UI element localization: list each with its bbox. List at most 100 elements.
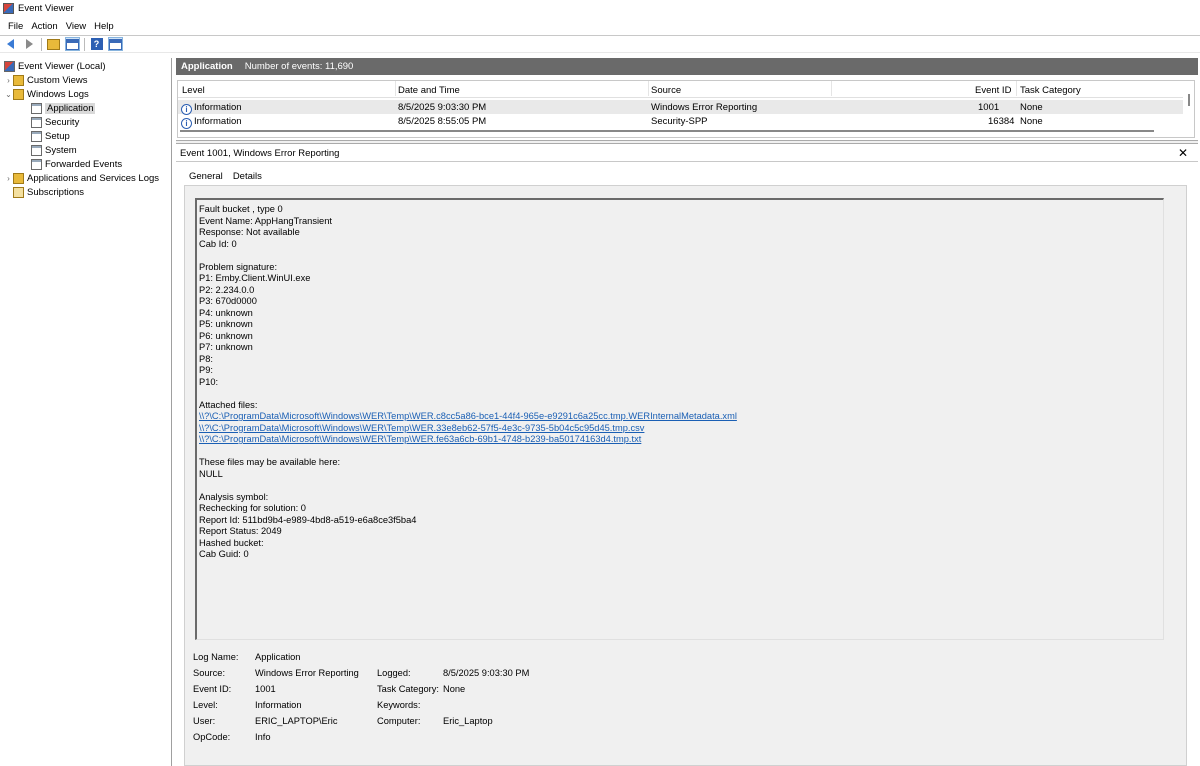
event-grid: Level Date and Time Source Event ID Task… xyxy=(177,80,1195,138)
tab-details[interactable]: Details xyxy=(228,169,267,185)
tree-windows-logs-label: Windows Logs xyxy=(27,89,89,100)
tree-root[interactable]: Event Viewer (Local) xyxy=(4,60,105,73)
computer-label: Computer: xyxy=(377,716,421,726)
column-divider[interactable] xyxy=(831,81,832,96)
column-divider[interactable] xyxy=(648,81,649,96)
log-name-label: Log Name: xyxy=(193,652,239,662)
tree-subscriptions-label: Subscriptions xyxy=(27,187,85,198)
event-detail-pane: Event 1001, Windows Error Reporting ✕ Ge… xyxy=(176,145,1198,766)
show-hide-console-tree-button[interactable] xyxy=(65,37,80,51)
description-line: Report Id: 511bd9b4-e989-4bd8-a519-e6a8c… xyxy=(199,514,417,525)
description-line: Rechecking for solution: 0 xyxy=(199,503,306,513)
tree-apps-services-label: Applications and Services Logs xyxy=(27,173,160,184)
tree-item-forwarded-events[interactable]: Forwarded Events xyxy=(31,158,122,171)
tree-item-label: Forwarded Events xyxy=(45,159,123,170)
description-line: Attached files: xyxy=(199,399,258,410)
tree-windows-logs[interactable]: ⌄ Windows Logs xyxy=(4,88,89,101)
event-id-value: 1001 xyxy=(255,684,276,694)
tree-item-system[interactable]: System xyxy=(31,144,77,157)
log-icon xyxy=(31,145,42,156)
description-line: P5: unknown xyxy=(199,319,253,329)
description-line xyxy=(199,446,1163,458)
help-button[interactable]: ? xyxy=(89,37,104,51)
tree-custom-views[interactable]: › Custom Views xyxy=(4,74,88,87)
description-line: Response: Not available xyxy=(199,227,300,237)
description-line: Problem signature: xyxy=(199,261,278,272)
description-line: P10: xyxy=(199,376,219,387)
forward-button[interactable] xyxy=(22,37,37,51)
tree-apps-services[interactable]: › Applications and Services Logs xyxy=(4,172,159,185)
help-icon: ? xyxy=(90,38,103,50)
column-header-source[interactable]: Source xyxy=(651,85,681,96)
description-line: P1: Emby.Client.WinUI.exe xyxy=(199,273,311,283)
information-icon: i xyxy=(181,118,192,129)
description-line: These files may be available here: xyxy=(199,457,341,467)
close-icon[interactable]: ✕ xyxy=(1178,146,1188,160)
tree-item-application[interactable]: Application xyxy=(31,102,96,115)
column-header-level[interactable]: Level xyxy=(182,85,205,96)
table-row[interactable]: i Information 8/5/2025 8:55:05 PM Securit… xyxy=(178,114,1183,129)
menu-action[interactable]: Action xyxy=(27,21,61,32)
tree-item-security[interactable]: Security xyxy=(31,116,79,129)
description-line: Cab Id: 0 xyxy=(199,238,237,249)
folder-icon xyxy=(13,173,24,184)
description-line: P4: unknown xyxy=(199,307,253,318)
menu-view[interactable]: View xyxy=(62,21,90,32)
vertical-scrollbar[interactable] xyxy=(1188,94,1190,106)
source-cell: Windows Error Reporting xyxy=(651,102,758,113)
description-line: P3: 670d0000 xyxy=(199,296,257,306)
description-line: Fault bucket , type 0 xyxy=(199,204,283,214)
pane-splitter[interactable] xyxy=(176,140,1198,144)
column-header-event-id[interactable]: Event ID xyxy=(975,85,1011,96)
level-value: Information xyxy=(255,700,302,710)
show-hide-action-pane-button[interactable] xyxy=(108,37,123,51)
up-one-level-button[interactable] xyxy=(46,37,61,51)
tree-item-setup[interactable]: Setup xyxy=(31,130,70,143)
tree-root-label: Event Viewer (Local) xyxy=(18,61,106,72)
show-pane-icon xyxy=(66,38,79,50)
action-pane-icon xyxy=(109,38,122,50)
description-line xyxy=(199,250,1163,262)
menu-file[interactable]: File xyxy=(4,21,27,32)
column-header-task-category[interactable]: Task Category xyxy=(1020,85,1081,96)
back-button[interactable] xyxy=(3,37,18,51)
chevron-right-icon[interactable]: › xyxy=(4,76,13,85)
task-cell: None xyxy=(1020,102,1043,113)
grid-header: Level Date and Time Source Event ID Task… xyxy=(178,81,1183,98)
event-id-label: Event ID: xyxy=(193,684,232,694)
tab-general[interactable]: General xyxy=(184,169,228,185)
attached-file-link[interactable]: \\?\C:\ProgramData\Microsoft\Windows\WER… xyxy=(199,434,1163,446)
level-label: Level: xyxy=(193,700,218,710)
tree-item-label: Application xyxy=(45,103,96,114)
description-line xyxy=(199,480,1163,492)
source-cell: Security-SPP xyxy=(651,116,708,127)
tree-subscriptions[interactable]: Subscriptions xyxy=(13,186,84,199)
description-line: Hashed bucket: xyxy=(199,537,264,548)
table-row[interactable]: i Information 8/5/2025 9:03:30 PM Windows… xyxy=(178,100,1183,115)
horizontal-scrollbar[interactable] xyxy=(180,130,1154,132)
chevron-right-icon[interactable]: › xyxy=(4,174,13,183)
description-line: Report Status: 2049 xyxy=(199,526,282,536)
description-line: P2: 2.234.0.0 xyxy=(199,284,255,295)
event-viewer-icon xyxy=(4,61,15,72)
event-description[interactable]: Fault bucket , type 0 Event Name: AppHang… xyxy=(195,198,1164,640)
back-arrow-icon xyxy=(7,39,14,49)
level-text: Information xyxy=(194,116,242,127)
source-label: Source: xyxy=(193,668,226,678)
column-header-date[interactable]: Date and Time xyxy=(398,85,460,96)
column-divider[interactable] xyxy=(1016,81,1017,96)
source-value: Windows Error Reporting xyxy=(255,668,359,678)
chevron-down-icon[interactable]: ⌄ xyxy=(4,90,13,99)
log-header: Application Number of events: 11,690 xyxy=(176,58,1198,75)
event-id-cell: 16384 xyxy=(988,116,1015,127)
user-label: User: xyxy=(193,716,216,726)
computer-value: Eric_Laptop xyxy=(443,716,493,726)
attached-file-link[interactable]: \\?\C:\ProgramData\Microsoft\Windows\WER… xyxy=(199,423,1163,435)
attached-file-link[interactable]: \\?\C:\ProgramData\Microsoft\Windows\WER… xyxy=(199,411,1163,423)
column-divider[interactable] xyxy=(395,81,396,96)
description-line: Event Name: AppHangTransient xyxy=(199,215,332,226)
console-tree: Event Viewer (Local) › Custom Views ⌄ Wi… xyxy=(0,58,172,766)
level-text: Information xyxy=(194,102,242,113)
menu-help[interactable]: Help xyxy=(90,21,118,32)
toolbar-separator xyxy=(41,37,42,51)
